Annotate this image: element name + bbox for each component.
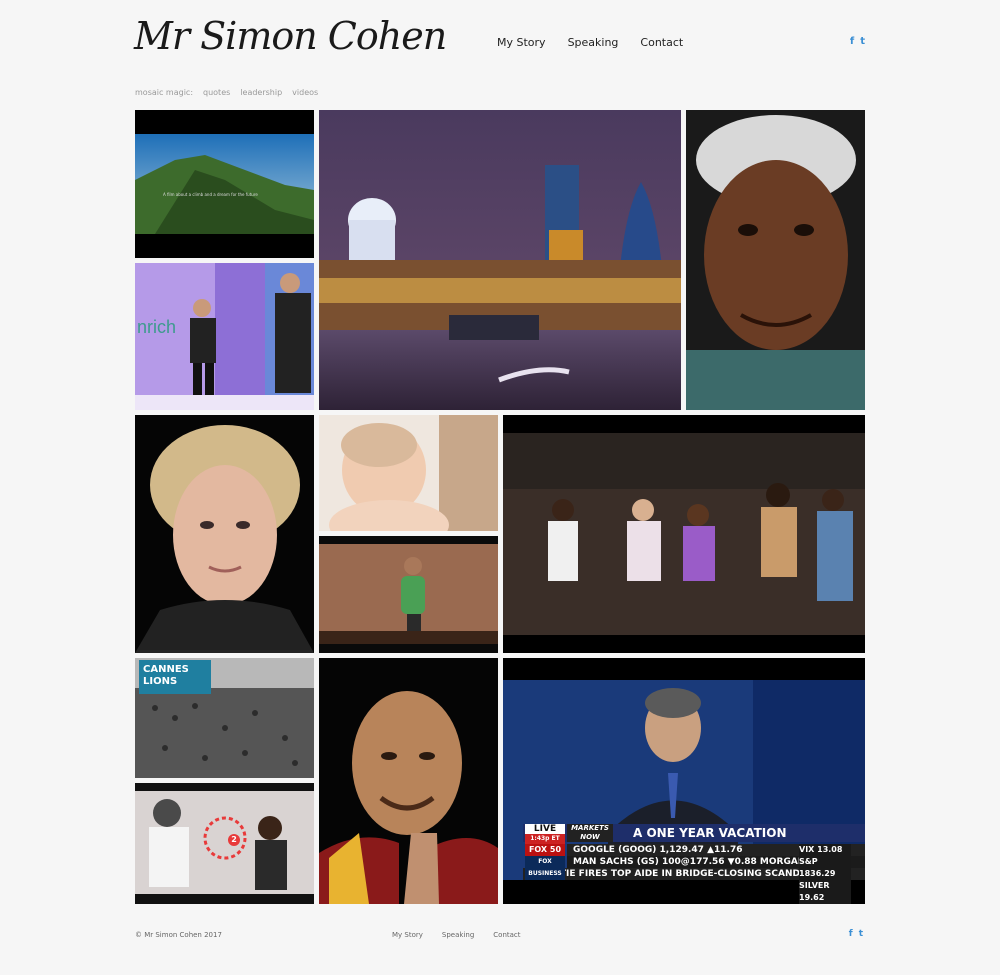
facebook-icon[interactable]: f	[850, 36, 854, 47]
fox-business-logo: FOX BUSINESS	[525, 856, 565, 880]
index-silver: SILVER 19.62	[799, 881, 830, 902]
footer-nav-contact[interactable]: Contact	[493, 931, 520, 939]
live-time: 1:43p ET	[525, 834, 565, 844]
nav-contact[interactable]: Contact	[640, 36, 683, 49]
subnav-videos[interactable]: videos	[292, 88, 318, 97]
london-image	[319, 110, 681, 410]
ticker-google: GOOGLE (GOOG) 1,129.47 ▲11.76	[573, 845, 743, 855]
footer-nav: My Story Speaking Contact	[392, 931, 521, 939]
older-man-image	[686, 110, 865, 410]
tile-baby[interactable]	[319, 415, 498, 531]
nav-speaking[interactable]: Speaking	[568, 36, 619, 49]
facebook-icon[interactable]: f	[849, 929, 853, 939]
tile-london-night[interactable]	[319, 110, 681, 410]
main-nav: My Story Speaking Contact	[497, 36, 683, 49]
tile-older-man-portrait[interactable]	[686, 110, 865, 410]
site-logo[interactable]: Mr Simon Cohen	[134, 14, 447, 58]
video-caption: A film about a climb and a dream for the…	[163, 192, 258, 197]
footer-nav-speaking[interactable]: Speaking	[442, 931, 474, 939]
header-social: f t	[850, 36, 865, 47]
tile-monk-portrait[interactable]	[319, 658, 498, 904]
fox-channel-label: FOX 50	[525, 844, 565, 856]
index-vix: VIX 13.08	[799, 845, 843, 854]
footer-copyright: © Mr Simon Cohen 2017	[135, 931, 222, 939]
nav-my-story[interactable]: My Story	[497, 36, 546, 49]
tile-bbc-clip[interactable]: 2	[135, 783, 314, 904]
tile-speaker[interactable]: nrich	[135, 263, 314, 410]
tile-news-broadcast[interactable]: A ONE YEAR VACATION LIVE 1:43p ET MARKET…	[503, 658, 865, 904]
footer-nav-my-story[interactable]: My Story	[392, 931, 423, 939]
tile-mountain-video[interactable]: A film about a climb and a dream for the…	[135, 110, 314, 258]
footer-social: f t	[849, 929, 863, 939]
mosaic-label: mosaic magic:	[135, 88, 194, 97]
woman-image	[135, 415, 314, 653]
subnav-leadership[interactable]: leadership	[240, 88, 282, 97]
subnav-quotes[interactable]: quotes	[203, 88, 230, 97]
baby-image	[319, 415, 498, 531]
bbc-clip-image	[135, 783, 314, 904]
mosaic-subnav: mosaic magic: quotes leadership videos	[135, 88, 318, 97]
market-indices: VIX 13.08 S&P 1836.29 SILVER 19.62	[799, 844, 851, 904]
index-sp: S&P 1836.29	[799, 857, 836, 878]
news-headline: A ONE YEAR VACATION	[633, 826, 787, 840]
tile-woman-portrait[interactable]	[135, 415, 314, 653]
green-speaker-image	[319, 536, 498, 653]
tile-group-dance[interactable]	[503, 415, 865, 653]
ticker-christie: CHRISTIE FIRES TOP AIDE IN BRIDGE-CLOSIN…	[529, 869, 813, 879]
cannes-lions-logo: CANNES LIONS	[143, 664, 189, 687]
speaker-image: nrich	[135, 263, 314, 410]
tile-green-shirt-speaker[interactable]	[319, 536, 498, 653]
live-label: LIVE	[533, 824, 557, 834]
twitter-icon[interactable]: t	[860, 36, 865, 47]
news-live-badge: LIVE 1:43p ET	[525, 824, 565, 844]
tile-cannes-lions[interactable]: CANNES LIONS	[135, 658, 314, 778]
svg-text:nrich: nrich	[137, 317, 176, 337]
bbc-badge: 2	[228, 834, 240, 846]
mountain-image	[135, 134, 314, 234]
twitter-icon[interactable]: t	[859, 929, 863, 939]
ticker-goldman: MAN SACHS (GS) 100@177.56 ▼0.88 MORGAN S…	[573, 857, 822, 867]
dancers-image	[503, 415, 865, 653]
monk-image	[319, 658, 498, 904]
markets-now-badge: MARKETS NOW	[567, 824, 613, 842]
